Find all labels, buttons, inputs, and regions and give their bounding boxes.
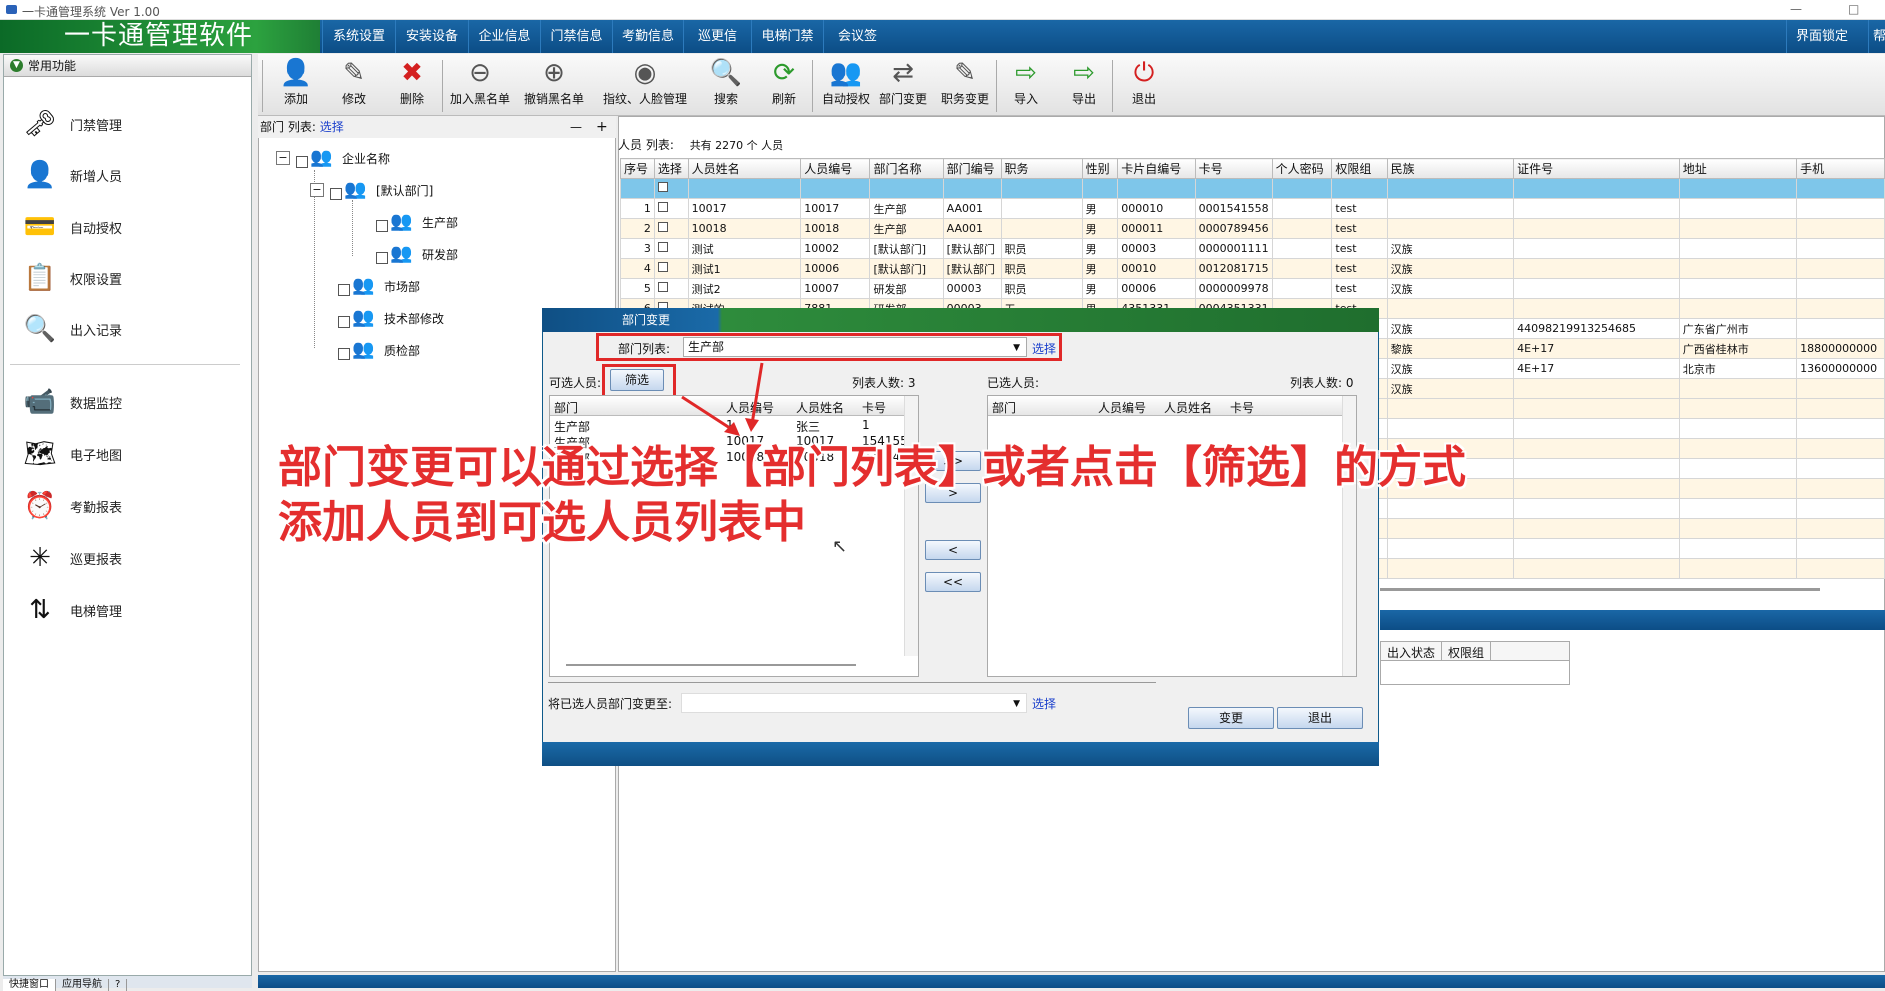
mouse-cursor-icon: ↖ <box>832 536 848 557</box>
annotation-line-1: 部门变更可以通过选择【部门列表】或者点击【筛选】的方式 <box>278 442 1466 493</box>
annotation-line-2: 添加人员到可选人员列表中 <box>278 497 806 548</box>
